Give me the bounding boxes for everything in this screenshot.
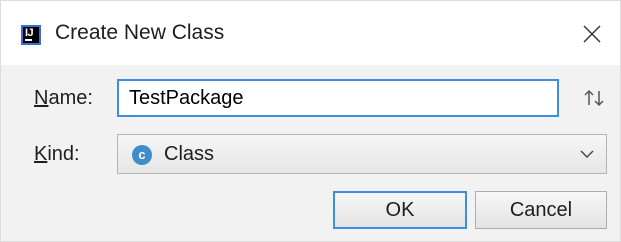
cancel-button[interactable]: Cancel (475, 191, 607, 229)
close-icon (583, 25, 601, 43)
create-new-class-dialog: IJ Create New Class Name: Kind: c Class … (0, 0, 621, 242)
close-button[interactable] (564, 1, 620, 65)
kind-select[interactable]: c Class (117, 134, 607, 174)
title-bar[interactable]: IJ Create New Class (1, 1, 620, 65)
logo-text: IJ (25, 27, 34, 39)
name-label: Name: (34, 87, 93, 110)
logo-bar (25, 39, 32, 41)
kind-selected-value: Class (164, 143, 215, 165)
name-label-text: ame: (48, 87, 93, 109)
ok-button[interactable]: OK (333, 191, 467, 229)
name-input[interactable] (117, 79, 559, 117)
sort-arrows-icon[interactable] (583, 88, 605, 108)
intellij-logo-icon: IJ (21, 25, 41, 45)
window-title: Create New Class (55, 21, 225, 44)
kind-label-mnemonic: K (34, 143, 48, 165)
kind-label-text: ind: (47, 143, 80, 165)
chevron-down-icon (580, 150, 594, 158)
name-label-mnemonic: N (34, 87, 49, 109)
kind-label: Kind: (34, 143, 80, 166)
class-icon: c (132, 145, 152, 165)
